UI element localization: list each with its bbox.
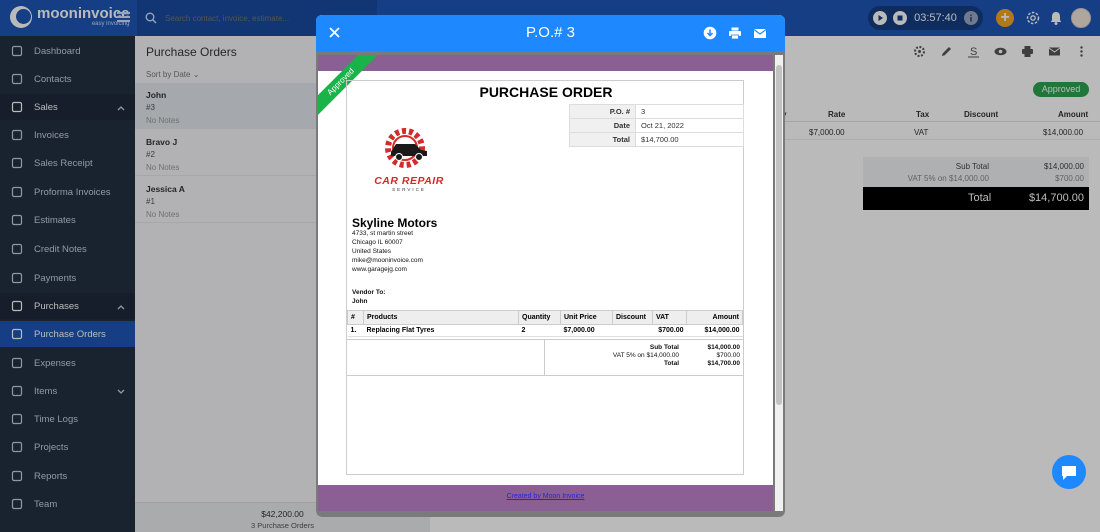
company-street: 4733, st martin street (352, 230, 414, 237)
document-heading: PURCHASE ORDER (479, 84, 613, 100)
meta-value: Oct 21, 2022 (635, 118, 744, 133)
download-icon[interactable] (703, 26, 717, 40)
modal-scrollbar[interactable] (775, 55, 783, 511)
print-icon[interactable] (728, 26, 742, 40)
po-document: Approved PURCHASE ORDER P.O. #3 Date Oct … (318, 55, 773, 511)
item-vat: $700.00 (652, 324, 687, 337)
document-top-band (318, 55, 773, 71)
item-amount: $14,000.00 (686, 324, 743, 337)
totals-divider (544, 340, 545, 376)
company-city: Chicago IL 60007 (352, 239, 403, 246)
document-page: PURCHASE ORDER P.O. #3 Date Oct 21, 2022 … (346, 80, 744, 475)
chat-bubble-icon (1062, 466, 1076, 480)
item-qty: 2 (518, 324, 561, 337)
meta-key: Total (569, 132, 636, 147)
car-gear-logo-icon (385, 128, 427, 168)
item-num: 1. (347, 324, 364, 337)
document-totals: Sub Total $14,000.00 VAT 5% on $14,000.0… (347, 339, 743, 376)
meta-value: 3 (635, 104, 744, 119)
brand-name: CAR REPAIR (374, 175, 444, 187)
item-price: $7,000.00 (560, 324, 613, 337)
modal-body: Approved PURCHASE ORDER P.O. #3 Date Oct … (316, 51, 785, 517)
doc-vat-value: $700.00 (716, 352, 741, 359)
created-by-link[interactable]: Created by Moon Invoice (318, 493, 773, 500)
table-row: 1. Replacing Flat Tyres 2 $7,000.00 $700… (347, 324, 743, 337)
item-product: Replacing Flat Tyres (363, 324, 519, 337)
vendor-label: Vendor To: (352, 289, 386, 296)
th-qty: Quantity (518, 310, 561, 325)
line-items-table: # Products Quantity Unit Price Discount … (347, 310, 743, 337)
company-name: Skyline Motors (352, 216, 438, 230)
doc-total-label: Total (663, 360, 679, 367)
company-country: United States (352, 248, 392, 255)
meta-value: $14,700.00 (635, 132, 744, 147)
po-preview-modal: P.O.# 3 Approved PURCHASE ORDER P.O. #3 … (316, 15, 785, 517)
item-discount (612, 324, 653, 337)
modal-header: P.O.# 3 (316, 15, 785, 51)
brand-subtitle: SERVICE (392, 187, 426, 192)
th-products: Products (363, 310, 519, 325)
company-website: www.garagejg.com (352, 266, 407, 273)
th-num: # (347, 310, 364, 325)
doc-subtotal-label: Sub Total (649, 344, 679, 351)
chat-support-button[interactable] (1052, 455, 1086, 489)
th-vat: VAT (652, 310, 687, 325)
scrollbar-thumb[interactable] (776, 65, 782, 405)
vendor-name: John (352, 298, 368, 305)
th-discount: Discount (612, 310, 653, 325)
email-icon[interactable] (753, 26, 767, 40)
company-logo: CAR REPAIR SERVICE (369, 124, 449, 194)
doc-subtotal-value: $14,000.00 (707, 344, 740, 351)
meta-key: P.O. # (569, 104, 636, 119)
doc-total-value: $14,700.00 (707, 360, 740, 367)
po-meta-table: P.O. #3 Date Oct 21, 2022 Total $14,700.00 (569, 104, 744, 147)
th-price: Unit Price (560, 310, 613, 325)
th-amount: Amount (686, 310, 743, 325)
company-email: mike@mooninvoice.com (352, 257, 423, 264)
meta-key: Date (569, 118, 636, 133)
doc-vat-label: VAT 5% on $14,000.00 (612, 352, 679, 359)
